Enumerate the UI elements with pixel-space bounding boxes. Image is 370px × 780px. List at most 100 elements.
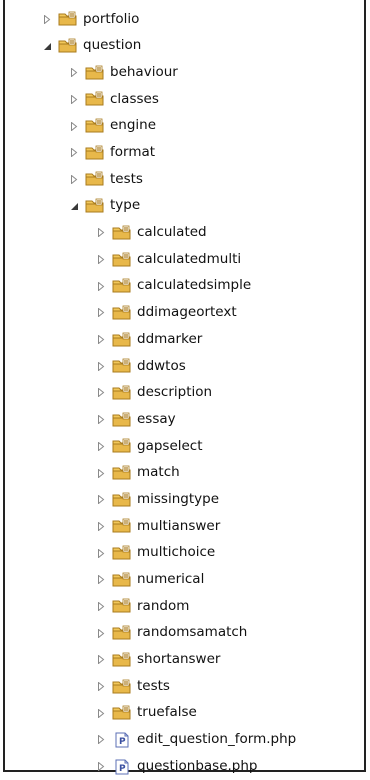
tree-item-folder[interactable]: essay — [5, 406, 364, 433]
tree-item-folder[interactable]: type — [5, 193, 364, 220]
collapsed-arrow-icon[interactable] — [96, 468, 106, 478]
package-folder-icon — [112, 438, 132, 454]
package-folder-icon — [112, 518, 132, 534]
tree-item-label: type — [110, 197, 141, 214]
tree-item-folder[interactable]: shortanswer — [5, 647, 364, 674]
tree-item-folder[interactable]: missingtype — [5, 486, 364, 513]
collapsed-arrow-icon[interactable] — [96, 441, 106, 451]
package-folder-icon — [85, 198, 105, 214]
tree-item-folder[interactable]: portfolio — [5, 6, 364, 33]
php-file-icon: P — [112, 732, 132, 748]
collapsed-arrow-icon[interactable] — [96, 601, 106, 611]
package-folder-icon — [112, 252, 132, 268]
collapsed-arrow-icon[interactable] — [69, 148, 79, 158]
package-folder-icon — [85, 91, 105, 107]
expanded-arrow-icon[interactable] — [69, 201, 79, 211]
collapsed-arrow-icon[interactable] — [69, 174, 79, 184]
collapsed-arrow-icon[interactable] — [69, 68, 79, 78]
package-folder-icon — [112, 412, 132, 428]
collapsed-arrow-icon[interactable] — [96, 628, 106, 638]
collapsed-arrow-icon[interactable] — [96, 735, 106, 745]
tree-item-folder[interactable]: ddmarker — [5, 326, 364, 353]
tree-item-file[interactable]: P edit_question_form.php — [5, 727, 364, 754]
collapsed-arrow-icon[interactable] — [96, 762, 106, 772]
tree-item-label: calculatedsimple — [137, 277, 252, 294]
php-file-icon: P — [112, 759, 132, 775]
tree-item-folder[interactable]: calculatedmulti — [5, 246, 364, 273]
tree-item-folder[interactable]: ddimageortext — [5, 300, 364, 327]
tree-item-folder[interactable]: behaviour — [5, 59, 364, 86]
collapsed-arrow-icon[interactable] — [96, 361, 106, 371]
package-folder-icon — [85, 118, 105, 134]
package-folder-icon — [112, 492, 132, 508]
package-folder-icon — [58, 38, 78, 54]
package-folder-icon — [112, 705, 132, 721]
package-folder-icon — [58, 11, 78, 27]
tree-item-folder[interactable]: format — [5, 139, 364, 166]
tree-item-label: ddwtos — [137, 357, 186, 374]
tree-item-folder[interactable]: multichoice — [5, 540, 364, 567]
tree-item-folder[interactable]: truefalse — [5, 700, 364, 727]
collapsed-arrow-icon[interactable] — [69, 94, 79, 104]
tree-item-label: ddmarker — [137, 330, 203, 347]
package-folder-icon — [112, 225, 132, 241]
tree-item-label: calculated — [137, 224, 207, 241]
package-folder-icon — [112, 332, 132, 348]
collapsed-arrow-icon[interactable] — [96, 415, 106, 425]
package-folder-icon — [112, 572, 132, 588]
tree-item-folder[interactable]: engine — [5, 113, 364, 140]
tree-item-folder[interactable]: classes — [5, 86, 364, 113]
package-folder-icon — [112, 278, 132, 294]
tree-item-label: behaviour — [110, 63, 178, 80]
tree-item-folder[interactable]: gapselect — [5, 433, 364, 460]
tree-item-folder[interactable]: calculatedsimple — [5, 273, 364, 300]
package-folder-icon — [85, 171, 105, 187]
collapsed-arrow-icon[interactable] — [96, 255, 106, 265]
tree-item-label: ddimageortext — [137, 304, 237, 321]
collapsed-arrow-icon[interactable] — [96, 575, 106, 585]
collapsed-arrow-icon[interactable] — [96, 388, 106, 398]
collapsed-arrow-icon[interactable] — [96, 308, 106, 318]
tree-item-folder[interactable]: calculated — [5, 220, 364, 247]
package-folder-icon — [112, 625, 132, 641]
collapsed-arrow-icon[interactable] — [96, 495, 106, 505]
project-explorer-panel: portfolio question behaviour classes eng… — [3, 0, 366, 775]
collapsed-arrow-icon[interactable] — [96, 228, 106, 238]
tree-item-folder[interactable]: tests — [5, 166, 364, 193]
collapsed-arrow-icon[interactable] — [69, 121, 79, 131]
svg-text:P: P — [119, 764, 126, 774]
collapsed-arrow-icon[interactable] — [96, 682, 106, 692]
collapsed-arrow-icon[interactable] — [96, 548, 106, 558]
package-folder-icon — [112, 385, 132, 401]
tree-item-label: gapselect — [137, 437, 203, 454]
collapsed-arrow-icon[interactable] — [96, 655, 106, 665]
tree-item-label: missingtype — [137, 490, 220, 507]
expanded-arrow-icon[interactable] — [42, 41, 52, 51]
tree-item-label: multichoice — [137, 544, 216, 561]
tree-item-label: portfolio — [83, 10, 140, 27]
collapsed-arrow-icon[interactable] — [96, 335, 106, 345]
tree-item-folder[interactable]: random — [5, 593, 364, 620]
tree-item-folder[interactable]: numerical — [5, 566, 364, 593]
tree-item-folder[interactable]: match — [5, 460, 364, 487]
tree-item-label: calculatedmulti — [137, 250, 242, 267]
tree-item-folder[interactable]: question — [5, 33, 364, 60]
tree-item-folder[interactable]: randomsamatch — [5, 620, 364, 647]
tree-item-label: format — [110, 144, 156, 161]
package-folder-icon — [112, 358, 132, 374]
svg-text:P: P — [119, 737, 126, 747]
collapsed-arrow-icon[interactable] — [96, 708, 106, 718]
collapsed-arrow-icon[interactable] — [96, 281, 106, 291]
tree-item-label: edit_question_form.php — [137, 731, 297, 748]
tree-item-label: tests — [137, 677, 170, 694]
package-folder-icon — [112, 305, 132, 321]
tree-item-folder[interactable]: multianswer — [5, 513, 364, 540]
tree-item-folder[interactable]: tests — [5, 673, 364, 700]
tree-item-label: randomsamatch — [137, 624, 248, 641]
tree-item-folder[interactable]: description — [5, 380, 364, 407]
collapsed-arrow-icon[interactable] — [42, 14, 52, 24]
package-folder-icon — [112, 652, 132, 668]
tree-item-folder[interactable]: ddwtos — [5, 353, 364, 380]
collapsed-arrow-icon[interactable] — [96, 521, 106, 531]
tree-item-label: match — [137, 464, 180, 481]
